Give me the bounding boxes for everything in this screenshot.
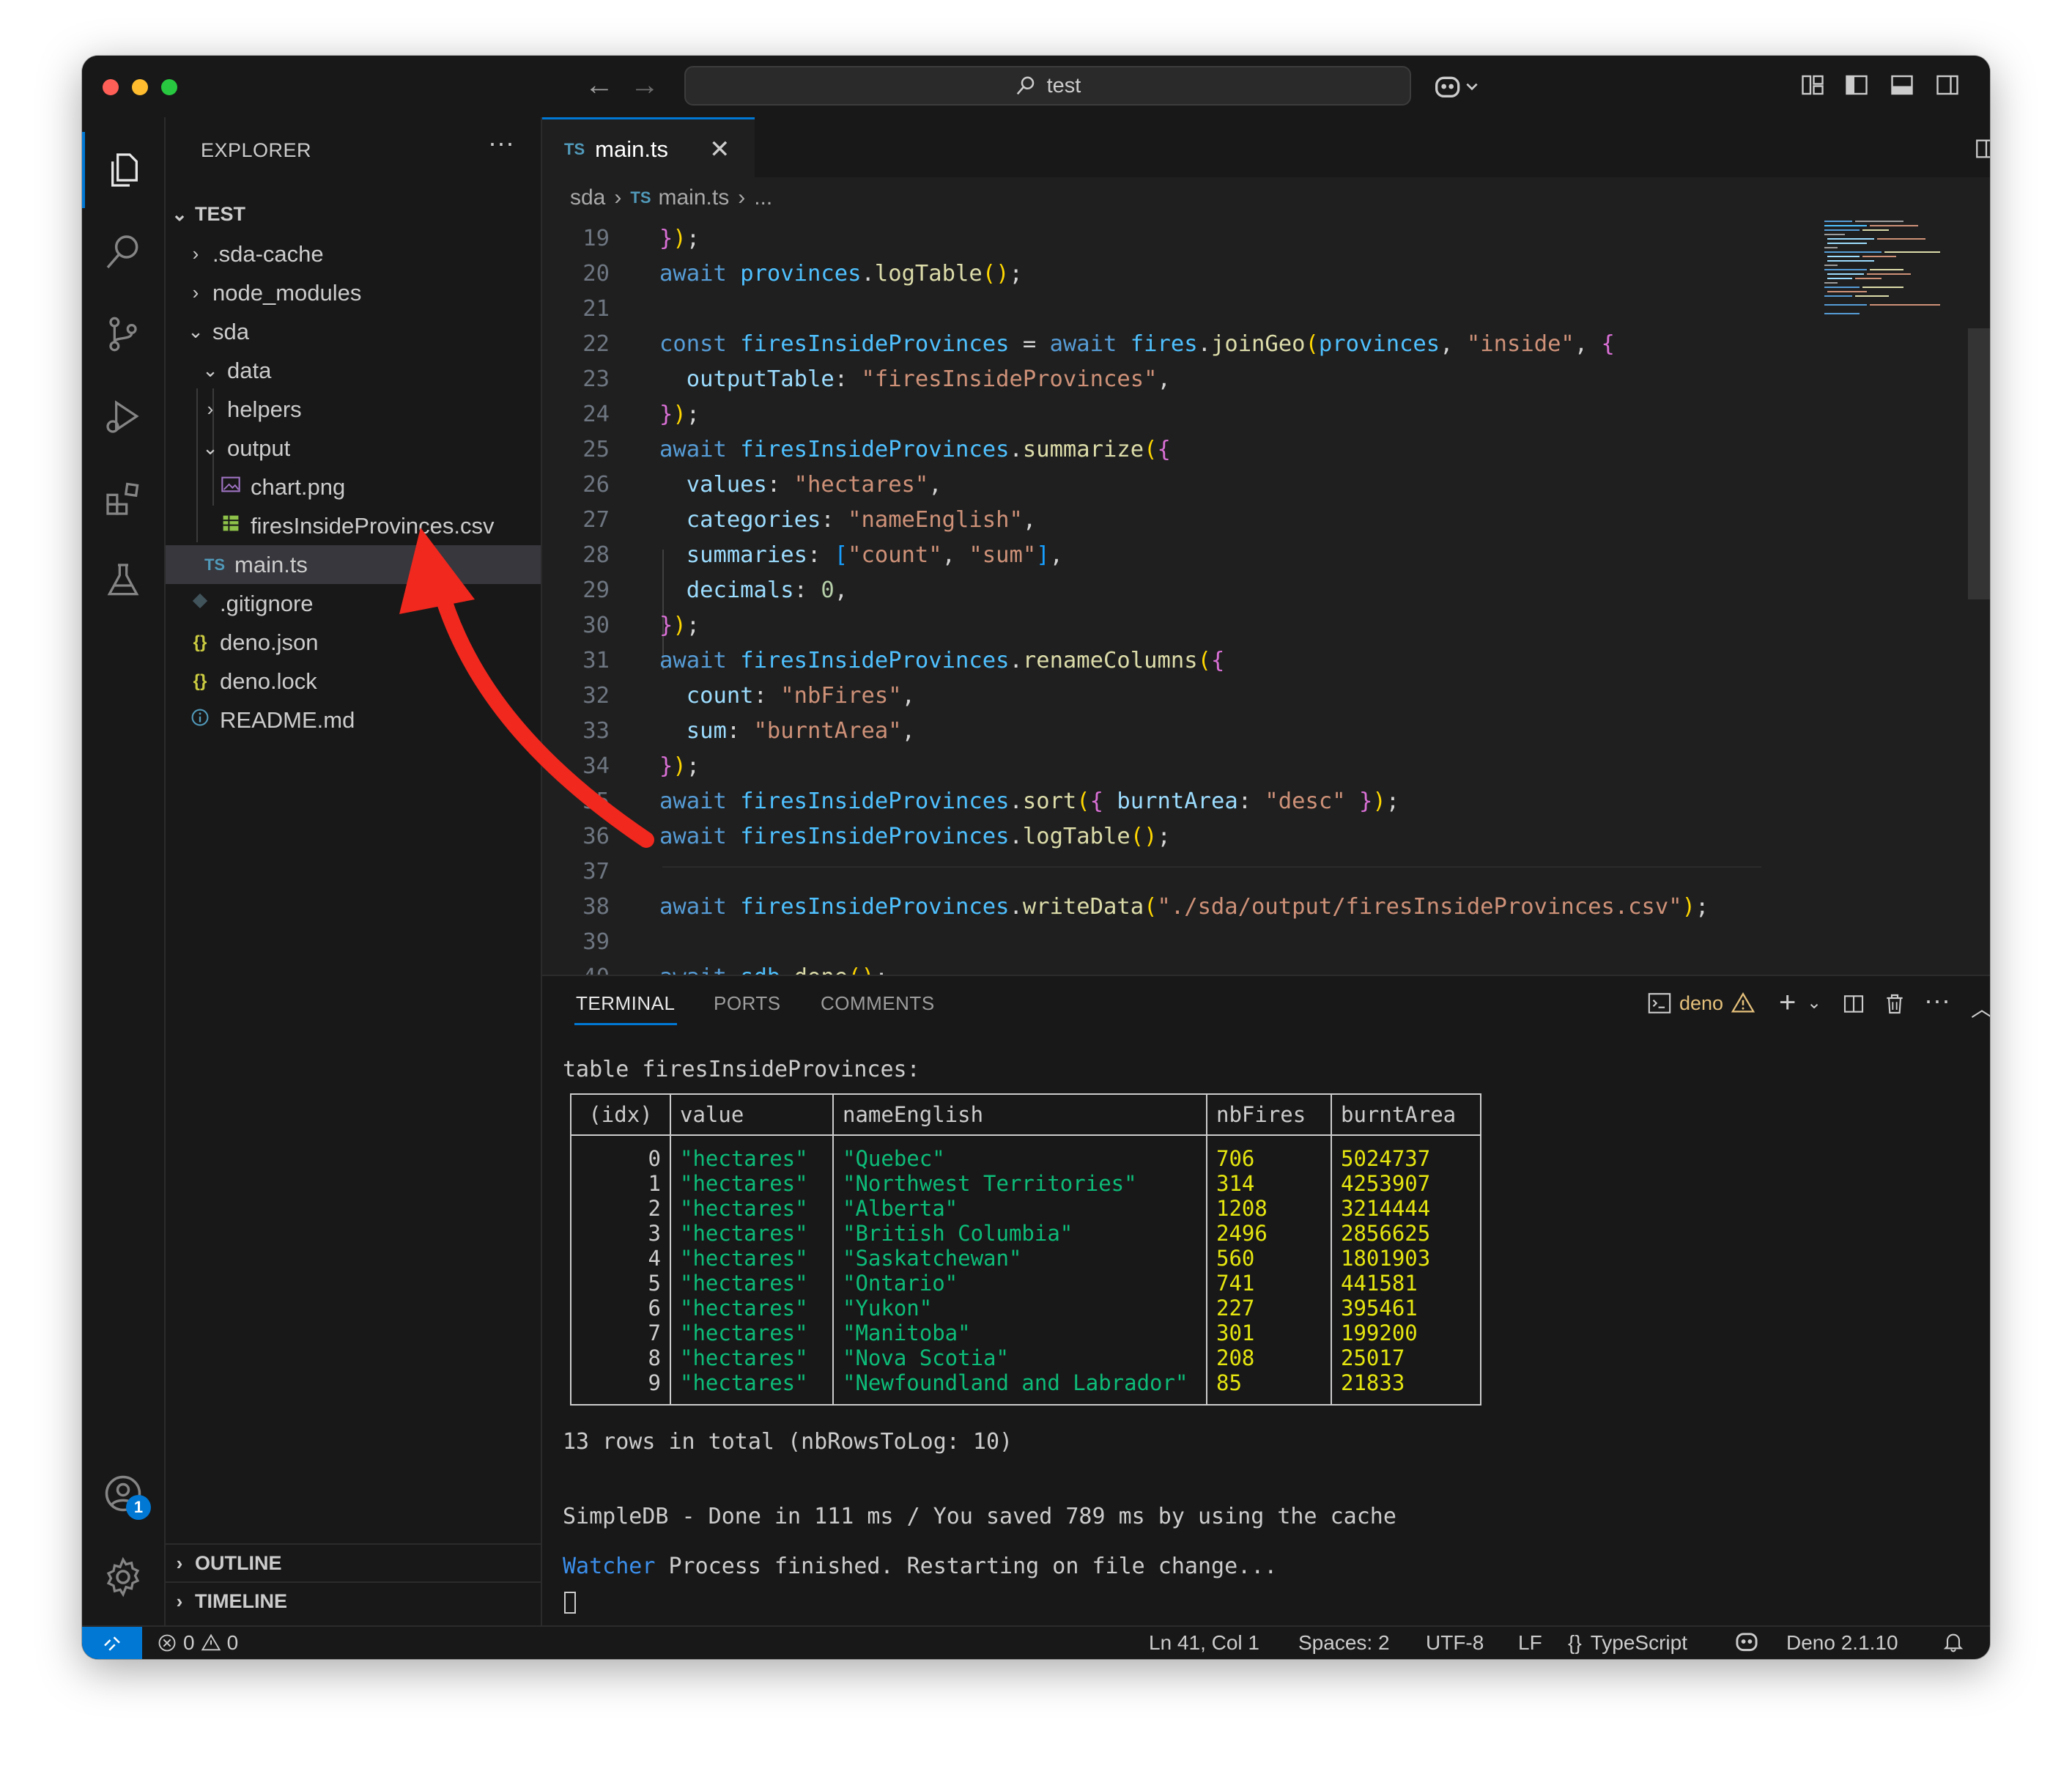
annotation-arrow [399, 528, 654, 848]
